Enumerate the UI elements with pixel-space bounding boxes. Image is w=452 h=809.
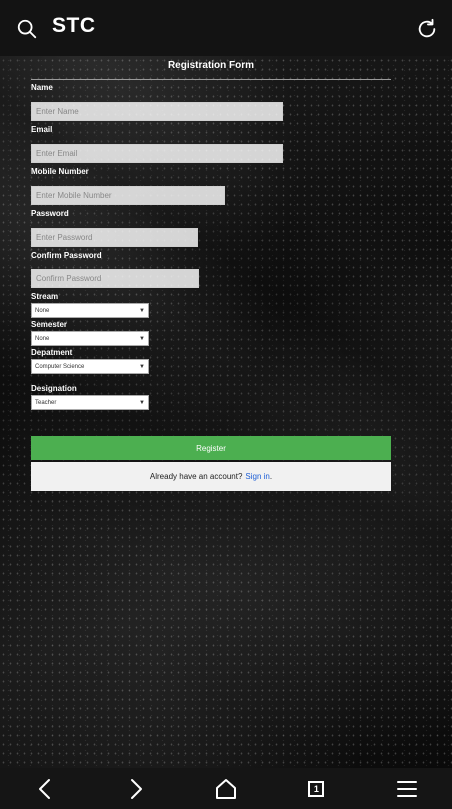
register-button[interactable]: Register bbox=[31, 436, 391, 460]
semester-value: None bbox=[35, 335, 50, 342]
designation-label: Designation bbox=[31, 384, 77, 393]
semester-label: Semester bbox=[31, 320, 68, 329]
reload-icon[interactable] bbox=[416, 18, 438, 40]
page-content: Registration Form Name Email Mobile Numb… bbox=[0, 56, 452, 768]
menu-button[interactable] bbox=[387, 773, 427, 805]
signin-link[interactable]: Sign in bbox=[245, 472, 269, 481]
confirm-password-label: Confirm Password bbox=[31, 251, 102, 260]
chevron-down-icon: ▼ bbox=[139, 307, 145, 314]
name-input[interactable] bbox=[31, 102, 283, 121]
designation-select[interactable]: Teacher ▼ bbox=[31, 395, 149, 410]
browser-top-bar: STC bbox=[0, 0, 452, 56]
confirm-password-input[interactable] bbox=[31, 269, 199, 288]
form-title: Registration Form bbox=[167, 60, 255, 71]
signin-prompt: Already have an account? bbox=[149, 472, 243, 481]
email-input[interactable] bbox=[31, 144, 283, 163]
signin-period: . bbox=[269, 472, 273, 481]
email-label: Email bbox=[31, 125, 53, 134]
semester-select[interactable]: None ▼ bbox=[31, 331, 149, 346]
browser-bottom-bar: 1 bbox=[0, 768, 452, 809]
department-value: Computer Science bbox=[35, 363, 85, 370]
hamburger-menu-icon bbox=[396, 780, 417, 797]
home-icon bbox=[215, 778, 236, 799]
designation-value: Teacher bbox=[35, 399, 57, 406]
stream-select[interactable]: None ▼ bbox=[31, 303, 149, 318]
signin-box: Already have an account? Sign in. bbox=[31, 462, 391, 491]
mobile-label: Mobile Number bbox=[31, 167, 89, 176]
department-select[interactable]: Computer Science ▼ bbox=[31, 359, 149, 374]
stream-label: Stream bbox=[31, 292, 59, 301]
registration-form: Registration Form Name Email Mobile Numb… bbox=[0, 56, 452, 768]
stream-value: None bbox=[35, 307, 50, 314]
forward-button[interactable] bbox=[116, 773, 156, 805]
tab-count: 1 bbox=[308, 780, 325, 797]
chevron-down-icon: ▼ bbox=[139, 363, 145, 370]
mobile-input[interactable] bbox=[31, 186, 225, 205]
back-button[interactable] bbox=[25, 773, 65, 805]
chevron-left-icon bbox=[39, 778, 51, 799]
chevron-down-icon: ▼ bbox=[139, 335, 145, 342]
department-label: Depatment bbox=[31, 348, 73, 357]
divider bbox=[31, 79, 391, 80]
password-input[interactable] bbox=[31, 228, 198, 247]
search-icon[interactable] bbox=[16, 18, 38, 40]
home-button[interactable] bbox=[206, 773, 246, 805]
password-label: Password bbox=[31, 209, 69, 218]
site-title: STC bbox=[52, 14, 96, 37]
tabs-button[interactable]: 1 bbox=[296, 773, 336, 805]
name-label: Name bbox=[31, 83, 53, 92]
chevron-right-icon bbox=[130, 778, 142, 799]
chevron-down-icon: ▼ bbox=[139, 399, 145, 406]
